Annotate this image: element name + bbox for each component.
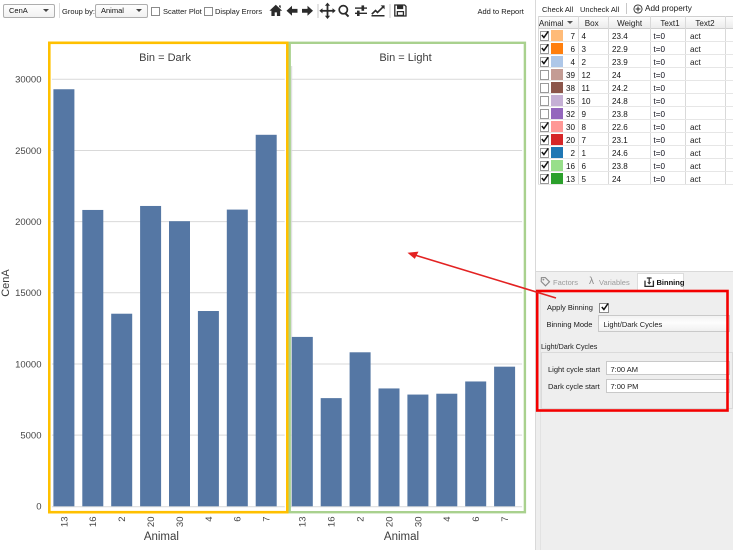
svg-text:6: 6 [471,517,482,522]
svg-text:2: 2 [117,517,128,522]
svg-text:16: 16 [327,517,338,528]
svg-text:13: 13 [298,517,309,528]
svg-text:Bin = Dark: Bin = Dark [139,52,191,64]
svg-text:25000: 25000 [15,146,41,157]
svg-text:4: 4 [442,517,453,522]
svg-text:0: 0 [36,502,41,513]
svg-text:5000: 5000 [20,431,41,442]
svg-text:Bin = Light: Bin = Light [379,52,431,64]
svg-text:CenA: CenA [0,269,12,297]
svg-text:20: 20 [146,517,157,528]
svg-text:7: 7 [500,517,511,522]
svg-text:13: 13 [59,517,70,528]
svg-text:15000: 15000 [15,288,41,299]
svg-text:16: 16 [88,517,99,528]
svg-text:30000: 30000 [15,75,41,86]
svg-text:6: 6 [233,517,244,522]
svg-text:30: 30 [175,517,186,528]
svg-text:20000: 20000 [15,217,41,228]
svg-text:2: 2 [356,517,367,522]
svg-text:7: 7 [262,517,273,522]
svg-text:Animal: Animal [144,531,179,543]
svg-text:30: 30 [413,517,424,528]
svg-text:4: 4 [204,517,215,522]
svg-text:20: 20 [384,517,395,528]
svg-text:Animal: Animal [384,531,419,543]
svg-text:10000: 10000 [15,359,41,370]
